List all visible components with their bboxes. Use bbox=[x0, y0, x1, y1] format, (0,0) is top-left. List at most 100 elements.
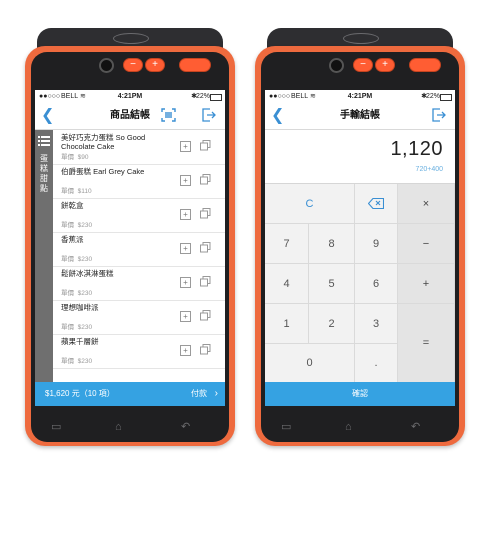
plus-icon[interactable]: + bbox=[180, 311, 191, 322]
cart-total: $1,620 元（10 項） bbox=[45, 389, 115, 398]
right-device-handle bbox=[464, 138, 480, 556]
product-name: 伯爵蛋糕 Earl Grey Cake bbox=[61, 167, 145, 176]
battery-percent: 22% bbox=[195, 93, 210, 100]
confirm-button[interactable]: 確認 bbox=[265, 382, 455, 406]
right-pos-device: − + ●●○○○ BELL ≋ 4:21PM ✱ 22% ❮ 手輸結帳 1,1… bbox=[255, 28, 465, 446]
list-item[interactable]: 餅乾盒 單價 $230 + bbox=[53, 198, 225, 233]
digit-9-key[interactable]: 9 bbox=[355, 224, 398, 264]
digit-2-key[interactable]: 2 bbox=[309, 304, 355, 344]
nav-bar: ❮ 商品結帳 bbox=[35, 103, 225, 130]
home-key-icon[interactable]: ⌂ bbox=[345, 418, 352, 436]
product-name: 蘋果千層餅 bbox=[61, 337, 99, 346]
camera-icon bbox=[329, 58, 344, 73]
plus-key[interactable]: + bbox=[398, 264, 455, 304]
checkout-bar[interactable]: $1,620 元（10 項） 付款 › bbox=[35, 382, 225, 406]
plus-icon[interactable]: + bbox=[180, 277, 191, 288]
menu-key-icon[interactable]: ▭ bbox=[281, 418, 291, 436]
volume-up-button[interactable]: + bbox=[375, 58, 395, 72]
copy-icon[interactable] bbox=[200, 140, 211, 151]
category-sidebar: 蛋糕甜點 bbox=[35, 130, 53, 382]
product-name: 理想咖啡派 bbox=[61, 303, 99, 312]
nfc-icon bbox=[343, 33, 379, 44]
pay-button[interactable]: 付款 bbox=[191, 382, 207, 406]
product-name: 鬆餅冰淇淋蛋糕 bbox=[61, 269, 114, 278]
copy-icon[interactable] bbox=[200, 242, 211, 253]
android-softkeys: ▭ ⌂ ↶ bbox=[267, 418, 453, 436]
copy-icon[interactable] bbox=[200, 276, 211, 287]
copy-icon[interactable] bbox=[200, 310, 211, 321]
nav-bar: ❮ 手輸結帳 bbox=[265, 103, 455, 130]
list-item[interactable]: 理想咖啡派 單價 $230 + bbox=[53, 300, 225, 335]
plus-icon[interactable]: + bbox=[180, 345, 191, 356]
product-price: 單價 $230 bbox=[61, 256, 93, 263]
product-price: 單價 $230 bbox=[61, 358, 93, 365]
power-button[interactable] bbox=[179, 58, 211, 72]
android-softkeys: ▭ ⌂ ↶ bbox=[37, 418, 223, 436]
amount-display: 1,120 bbox=[390, 138, 443, 160]
plus-icon[interactable]: + bbox=[180, 141, 191, 152]
page-title: 商品結帳 bbox=[110, 110, 150, 121]
expression-display: 720+400 bbox=[415, 166, 443, 173]
product-price: 單價 $110 bbox=[61, 188, 92, 195]
product-list: 美好巧克力蛋糕 So Good Chocolate Cake 單價 $90 + … bbox=[53, 130, 225, 382]
minus-key[interactable]: − bbox=[398, 224, 455, 264]
product-name: 餅乾盒 bbox=[61, 201, 84, 210]
list-item[interactable]: 香蕉派 單價 $230 + bbox=[53, 232, 225, 267]
digit-0-key[interactable]: 0 bbox=[265, 344, 355, 383]
plus-icon[interactable]: + bbox=[180, 209, 191, 220]
battery-percent: 22% bbox=[425, 93, 440, 100]
confirm-label: 確認 bbox=[352, 389, 368, 398]
digit-6-key[interactable]: 6 bbox=[355, 264, 398, 304]
equals-key[interactable]: = bbox=[398, 304, 455, 383]
copy-icon[interactable] bbox=[200, 208, 211, 219]
home-key-icon[interactable]: ⌂ bbox=[115, 418, 122, 436]
screen-manual-checkout: ●●○○○ BELL ≋ 4:21PM ✱ 22% ❮ 手輸結帳 1,120 7… bbox=[265, 90, 455, 406]
decimal-key[interactable]: . bbox=[355, 344, 398, 383]
digit-1-key[interactable]: 1 bbox=[265, 304, 309, 344]
list-item[interactable]: 伯爵蛋糕 Earl Grey Cake 單價 $110 + bbox=[53, 164, 225, 199]
backspace-key[interactable] bbox=[355, 184, 398, 224]
screen-checkout: ●●○○○ BELL ≋ 4:21PM ✱ 22% ❮ 商品結帳 蛋糕甜點 美好… bbox=[35, 90, 225, 406]
chevron-right-icon[interactable]: › bbox=[215, 382, 218, 406]
copy-icon[interactable] bbox=[200, 174, 211, 185]
digit-8-key[interactable]: 8 bbox=[309, 224, 355, 264]
backspace-icon bbox=[368, 198, 384, 209]
keypad: C × 7 8 9 − 4 5 6 + 1 2 3 = 0 . bbox=[265, 183, 455, 383]
list-item[interactable]: 蘋果千層餅 單價 $230 + bbox=[53, 334, 225, 369]
product-price: 單價 $230 bbox=[61, 290, 93, 297]
multiply-key[interactable]: × bbox=[398, 184, 455, 224]
volume-up-button[interactable]: + bbox=[145, 58, 165, 72]
category-label[interactable]: 蛋糕甜點 bbox=[39, 154, 49, 194]
plus-icon[interactable]: + bbox=[180, 243, 191, 254]
product-name: 香蕉派 bbox=[61, 235, 84, 244]
page-title: 手輸結帳 bbox=[340, 110, 380, 121]
clear-key[interactable]: C bbox=[265, 184, 355, 224]
battery-icon bbox=[440, 94, 452, 101]
product-price: 單價 $90 bbox=[61, 154, 89, 161]
product-price: 單價 $230 bbox=[61, 324, 93, 331]
battery-icon bbox=[210, 94, 222, 101]
list-item[interactable]: 美好巧克力蛋糕 So Good Chocolate Cake 單價 $90 + bbox=[53, 130, 225, 165]
menu-list-icon[interactable] bbox=[38, 136, 50, 146]
camera-icon bbox=[99, 58, 114, 73]
left-pos-device: − + ●●○○○ BELL ≋ 4:21PM ✱ 22% ❮ 商品結帳 蛋糕甜… bbox=[25, 28, 235, 446]
digit-3-key[interactable]: 3 bbox=[355, 304, 398, 344]
digit-7-key[interactable]: 7 bbox=[265, 224, 309, 264]
logout-icon[interactable] bbox=[201, 108, 216, 122]
status-bar: ●●○○○ BELL ≋ 4:21PM ✱ 22% bbox=[35, 90, 225, 103]
power-button[interactable] bbox=[409, 58, 441, 72]
logout-icon[interactable] bbox=[431, 108, 446, 122]
digit-4-key[interactable]: 4 bbox=[265, 264, 309, 304]
back-key-icon[interactable]: ↶ bbox=[411, 418, 420, 436]
plus-icon[interactable]: + bbox=[180, 175, 191, 186]
copy-icon[interactable] bbox=[200, 344, 211, 355]
digit-5-key[interactable]: 5 bbox=[309, 264, 355, 304]
back-key-icon[interactable]: ↶ bbox=[181, 418, 190, 436]
menu-key-icon[interactable]: ▭ bbox=[51, 418, 61, 436]
product-name: 美好巧克力蛋糕 So Good Chocolate Cake bbox=[61, 133, 146, 151]
list-item[interactable]: 鬆餅冰淇淋蛋糕 單價 $230 + bbox=[53, 266, 225, 301]
volume-down-button[interactable]: − bbox=[123, 58, 143, 72]
scan-icon[interactable] bbox=[161, 108, 176, 122]
status-bar: ●●○○○ BELL ≋ 4:21PM ✱ 22% bbox=[265, 90, 455, 103]
volume-down-button[interactable]: − bbox=[353, 58, 373, 72]
